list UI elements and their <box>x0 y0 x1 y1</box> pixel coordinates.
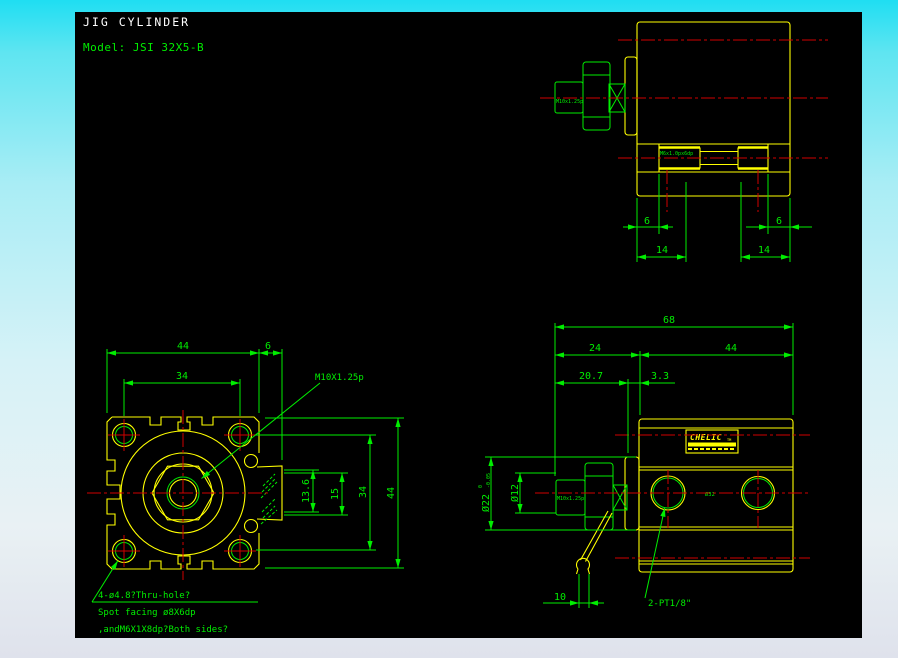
model-label: Model: JSI 32X5-B <box>83 41 204 54</box>
brand-fine-print <box>688 448 734 450</box>
side-view-dimensions: 6 6 14 14 <box>623 174 812 262</box>
dim-68: 68 <box>663 315 675 326</box>
dim-44: 44 <box>725 343 737 354</box>
dim-15-right: 15 <box>330 488 341 500</box>
dim-24: 24 <box>589 343 601 354</box>
dim-dia12: Ø12 <box>509 484 521 502</box>
wrench-icon <box>577 511 613 574</box>
brand-tm: TM <box>727 438 731 442</box>
note-line-3: ,andM6X1X8dp?Both sides? <box>98 625 228 635</box>
port-label: 2-PT1/8" <box>648 599 691 609</box>
dim-6-top: 6 <box>265 341 271 352</box>
front-view: 44 6 34 13.6 15 34 44 M10X1.25p <box>87 341 404 635</box>
application-window: JIG CYLINDER Model: JSI 32X5-B <box>0 0 898 658</box>
dim-dia22-group: Ø22 0 -0.05 <box>478 473 492 512</box>
dim-6-left: 6 <box>644 216 650 227</box>
side-view-rod-boss <box>625 57 637 135</box>
section-view: CHELIC TM Ø32 <box>478 315 810 609</box>
dim-dia22: Ø22 <box>480 494 492 512</box>
drawing-title-block: JIG CYLINDER Model: JSI 32X5-B <box>83 15 204 54</box>
section-view-dimensions: 68 24 44 20.7 3.3 Ø22 0 -0.05 Ø12 <box>478 315 793 609</box>
page-title: JIG CYLINDER <box>83 15 190 29</box>
note-line-2: Spot facing ø8X6dp <box>98 608 196 618</box>
dim-13-6-right: 13.6 <box>301 479 312 503</box>
note-line-1: 4-ø4.8?Thru-hole? <box>98 591 190 601</box>
dim-3-3: 3.3 <box>651 371 669 382</box>
front-thread-label: M10X1.25p <box>315 373 364 383</box>
section-rod-thread-label: M10x1.25p <box>557 496 584 502</box>
cad-drawing-canvas: JIG CYLINDER Model: JSI 32X5-B <box>75 12 862 638</box>
dim-44-top: 44 <box>177 341 189 352</box>
bore-label: Ø32 <box>705 491 715 498</box>
side-view: M10x1.25p M6x1.0px6dp 6 6 <box>540 22 828 262</box>
side-rod-thread-label: M10x1.25p <box>556 99 583 105</box>
dim-6-right: 6 <box>776 216 782 227</box>
dim-34-top: 34 <box>176 371 188 382</box>
dim-44-right: 44 <box>386 487 397 499</box>
brand-name: CHELIC <box>690 433 722 442</box>
brand-label: CHELIC TM <box>686 430 738 453</box>
dim-14-left: 14 <box>656 245 668 256</box>
dim-dia22-tol-upper: 0 <box>478 485 484 488</box>
dim-dia22-tol-lower: -0.05 <box>486 473 492 488</box>
cad-drawing: JIG CYLINDER Model: JSI 32X5-B <box>75 12 862 638</box>
front-view-notes: 4-ø4.8?Thru-hole? Spot facing ø8X6dp ,an… <box>92 561 258 635</box>
dim-10: 10 <box>554 592 566 603</box>
front-view-thread-callout: M10X1.25p <box>202 373 364 479</box>
dim-20-7: 20.7 <box>579 371 603 382</box>
side-view-rod-assembly <box>555 62 625 130</box>
side-view-body <box>637 22 790 196</box>
side-mount-thread-label: M6x1.0px6dp <box>660 151 693 157</box>
dim-14-right: 14 <box>758 245 770 256</box>
dim-34-right: 34 <box>358 486 369 498</box>
